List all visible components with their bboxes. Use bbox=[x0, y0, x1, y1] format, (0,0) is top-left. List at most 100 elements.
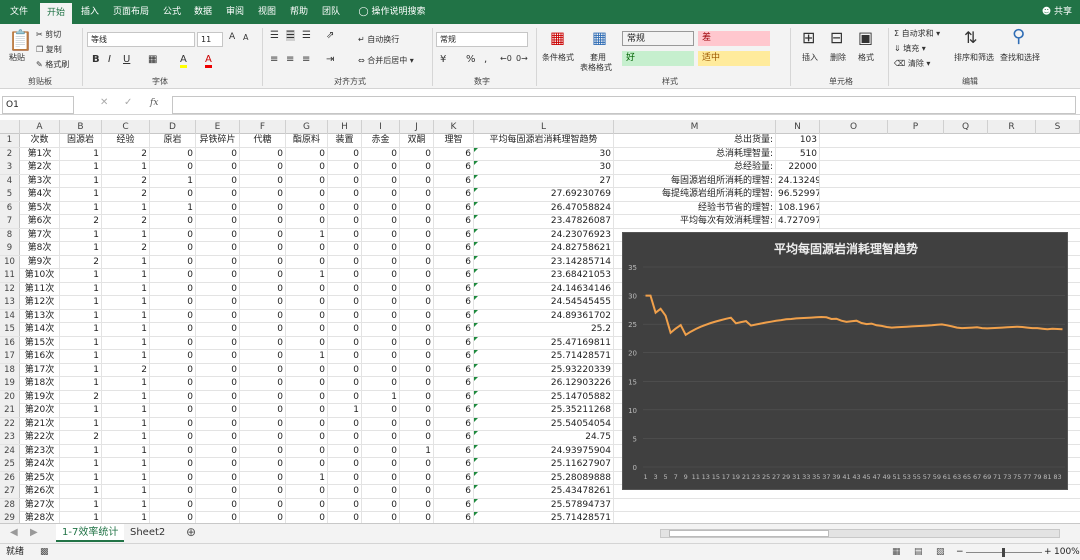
data-cell[interactable]: 25.71428571 bbox=[474, 350, 614, 363]
data-cell[interactable]: 第21次 bbox=[20, 417, 60, 431]
data-cell[interactable]: 1 bbox=[60, 444, 102, 458]
data-cell[interactable]: 0 bbox=[328, 377, 362, 390]
font-name-select[interactable]: 等线 bbox=[87, 32, 195, 47]
data-cell[interactable]: 1 bbox=[102, 512, 150, 523]
data-cell[interactable]: 0 bbox=[328, 282, 362, 296]
data-cell[interactable]: 0 bbox=[150, 444, 196, 458]
next-sheet-icon[interactable]: ▶ bbox=[30, 527, 38, 538]
data-cell[interactable]: 1 bbox=[60, 417, 102, 431]
page-layout-view-icon[interactable]: ▤ bbox=[914, 544, 923, 560]
data-cell[interactable]: 0 bbox=[362, 471, 400, 485]
autosum-button[interactable]: Σ 自动求和 ▾ bbox=[894, 28, 940, 39]
row-header[interactable]: 23 bbox=[0, 431, 20, 444]
zoom-in-button[interactable]: + bbox=[1044, 544, 1052, 560]
data-cell[interactable]: 0 bbox=[400, 471, 434, 485]
percent-button[interactable]: % bbox=[466, 54, 476, 65]
cancel-icon[interactable]: ✕ bbox=[100, 97, 108, 108]
shrink-font-button[interactable]: A bbox=[243, 33, 248, 42]
data-cell[interactable]: 0 bbox=[362, 161, 400, 174]
data-cell[interactable]: 1 bbox=[150, 174, 196, 188]
data-cell[interactable]: 6 bbox=[434, 498, 474, 512]
data-cell[interactable]: 0 bbox=[240, 485, 286, 498]
summary-value[interactable]: 510 bbox=[776, 147, 820, 161]
data-cell[interactable]: 0 bbox=[400, 336, 434, 350]
row-header[interactable]: 12 bbox=[0, 282, 20, 296]
sheet-tab-1[interactable]: 1-7效率统计 bbox=[56, 524, 125, 542]
data-cell[interactable]: 0 bbox=[362, 444, 400, 458]
data-cell[interactable]: 0 bbox=[196, 404, 240, 417]
data-cell[interactable]: 0 bbox=[196, 377, 240, 390]
data-cell[interactable]: 6 bbox=[434, 174, 474, 188]
data-cell[interactable]: 1 bbox=[286, 228, 328, 242]
data-cell[interactable]: 6 bbox=[434, 471, 474, 485]
data-cell[interactable]: 0 bbox=[150, 377, 196, 390]
column-header-I[interactable]: I bbox=[362, 120, 400, 134]
zoom-slider-thumb[interactable] bbox=[1002, 548, 1005, 557]
data-cell[interactable]: 0 bbox=[362, 188, 400, 201]
prev-sheet-icon[interactable]: ◀ bbox=[10, 527, 18, 538]
data-cell[interactable]: 0 bbox=[240, 242, 286, 255]
row-header[interactable]: 7 bbox=[0, 215, 20, 228]
data-cell[interactable]: 0 bbox=[286, 390, 328, 404]
data-cell[interactable]: 1 bbox=[60, 309, 102, 323]
data-cell[interactable]: 第17次 bbox=[20, 363, 60, 377]
data-cell[interactable]: 0 bbox=[362, 336, 400, 350]
data-cell[interactable]: 0 bbox=[150, 336, 196, 350]
data-cell[interactable]: 第16次 bbox=[20, 350, 60, 363]
data-cell[interactable]: 1 bbox=[286, 350, 328, 363]
data-cell[interactable]: 2 bbox=[60, 255, 102, 269]
paste-icon[interactable]: 📋 bbox=[8, 28, 33, 52]
data-cell[interactable]: 0 bbox=[196, 458, 240, 471]
data-cell[interactable]: 6 bbox=[434, 282, 474, 296]
data-cell[interactable]: 24.89361702 bbox=[474, 309, 614, 323]
data-cell[interactable]: 2 bbox=[102, 242, 150, 255]
data-cell[interactable]: 0 bbox=[240, 336, 286, 350]
column-header-D[interactable]: D bbox=[150, 120, 196, 134]
row-header[interactable]: 19 bbox=[0, 377, 20, 390]
data-cell[interactable]: 0 bbox=[286, 377, 328, 390]
data-cell[interactable]: 6 bbox=[434, 269, 474, 282]
data-cell[interactable]: 0 bbox=[400, 512, 434, 523]
data-cell[interactable]: 0 bbox=[328, 471, 362, 485]
data-cell[interactable]: 0 bbox=[400, 255, 434, 269]
data-cell[interactable]: 6 bbox=[434, 485, 474, 498]
data-cell[interactable]: 0 bbox=[400, 161, 434, 174]
row-header[interactable]: 6 bbox=[0, 201, 20, 215]
formula-input[interactable] bbox=[172, 96, 1076, 114]
data-cell[interactable]: 0 bbox=[196, 242, 240, 255]
header-cell[interactable]: 平均每固源岩消耗理智趋势 bbox=[474, 134, 614, 147]
summary-label[interactable]: 每固源岩组所消耗的理智: bbox=[614, 174, 776, 188]
data-cell[interactable]: 30 bbox=[474, 147, 614, 161]
row-header[interactable]: 2 bbox=[0, 147, 20, 161]
data-cell[interactable]: 2 bbox=[102, 215, 150, 228]
row-header[interactable]: 3 bbox=[0, 161, 20, 174]
macro-record-icon[interactable]: ▩ bbox=[40, 544, 49, 560]
data-cell[interactable]: 0 bbox=[240, 390, 286, 404]
data-cell[interactable]: 6 bbox=[434, 242, 474, 255]
data-cell[interactable]: 0 bbox=[400, 404, 434, 417]
data-cell[interactable]: 0 bbox=[286, 485, 328, 498]
data-cell[interactable]: 2 bbox=[60, 390, 102, 404]
data-cell[interactable]: 30 bbox=[474, 161, 614, 174]
insert-function-button[interactable]: fx bbox=[150, 98, 158, 108]
data-cell[interactable]: 1 bbox=[150, 201, 196, 215]
align-left-icon[interactable]: ≡ bbox=[270, 54, 278, 65]
zoom-slider[interactable] bbox=[966, 548, 1042, 557]
conditional-format-label[interactable]: 条件格式 bbox=[542, 52, 574, 63]
insert-cells-label[interactable]: 插入 bbox=[802, 52, 818, 63]
data-cell[interactable]: 0 bbox=[196, 417, 240, 431]
data-cell[interactable]: 0 bbox=[328, 242, 362, 255]
summary-label[interactable]: 总消耗理智量: bbox=[614, 147, 776, 161]
data-cell[interactable]: 0 bbox=[400, 296, 434, 309]
data-cell[interactable]: 0 bbox=[362, 458, 400, 471]
data-cell[interactable]: 25.14705882 bbox=[474, 390, 614, 404]
data-cell[interactable]: 第11次 bbox=[20, 282, 60, 296]
summary-value[interactable]: 103 bbox=[776, 134, 820, 147]
data-cell[interactable]: 6 bbox=[434, 458, 474, 471]
indent-icon[interactable]: ⇥ bbox=[326, 54, 334, 65]
data-cell[interactable]: 0 bbox=[240, 458, 286, 471]
data-cell[interactable]: 1 bbox=[400, 444, 434, 458]
data-cell[interactable]: 第27次 bbox=[20, 498, 60, 512]
data-cell[interactable]: 0 bbox=[328, 431, 362, 444]
data-cell[interactable]: 0 bbox=[196, 350, 240, 363]
